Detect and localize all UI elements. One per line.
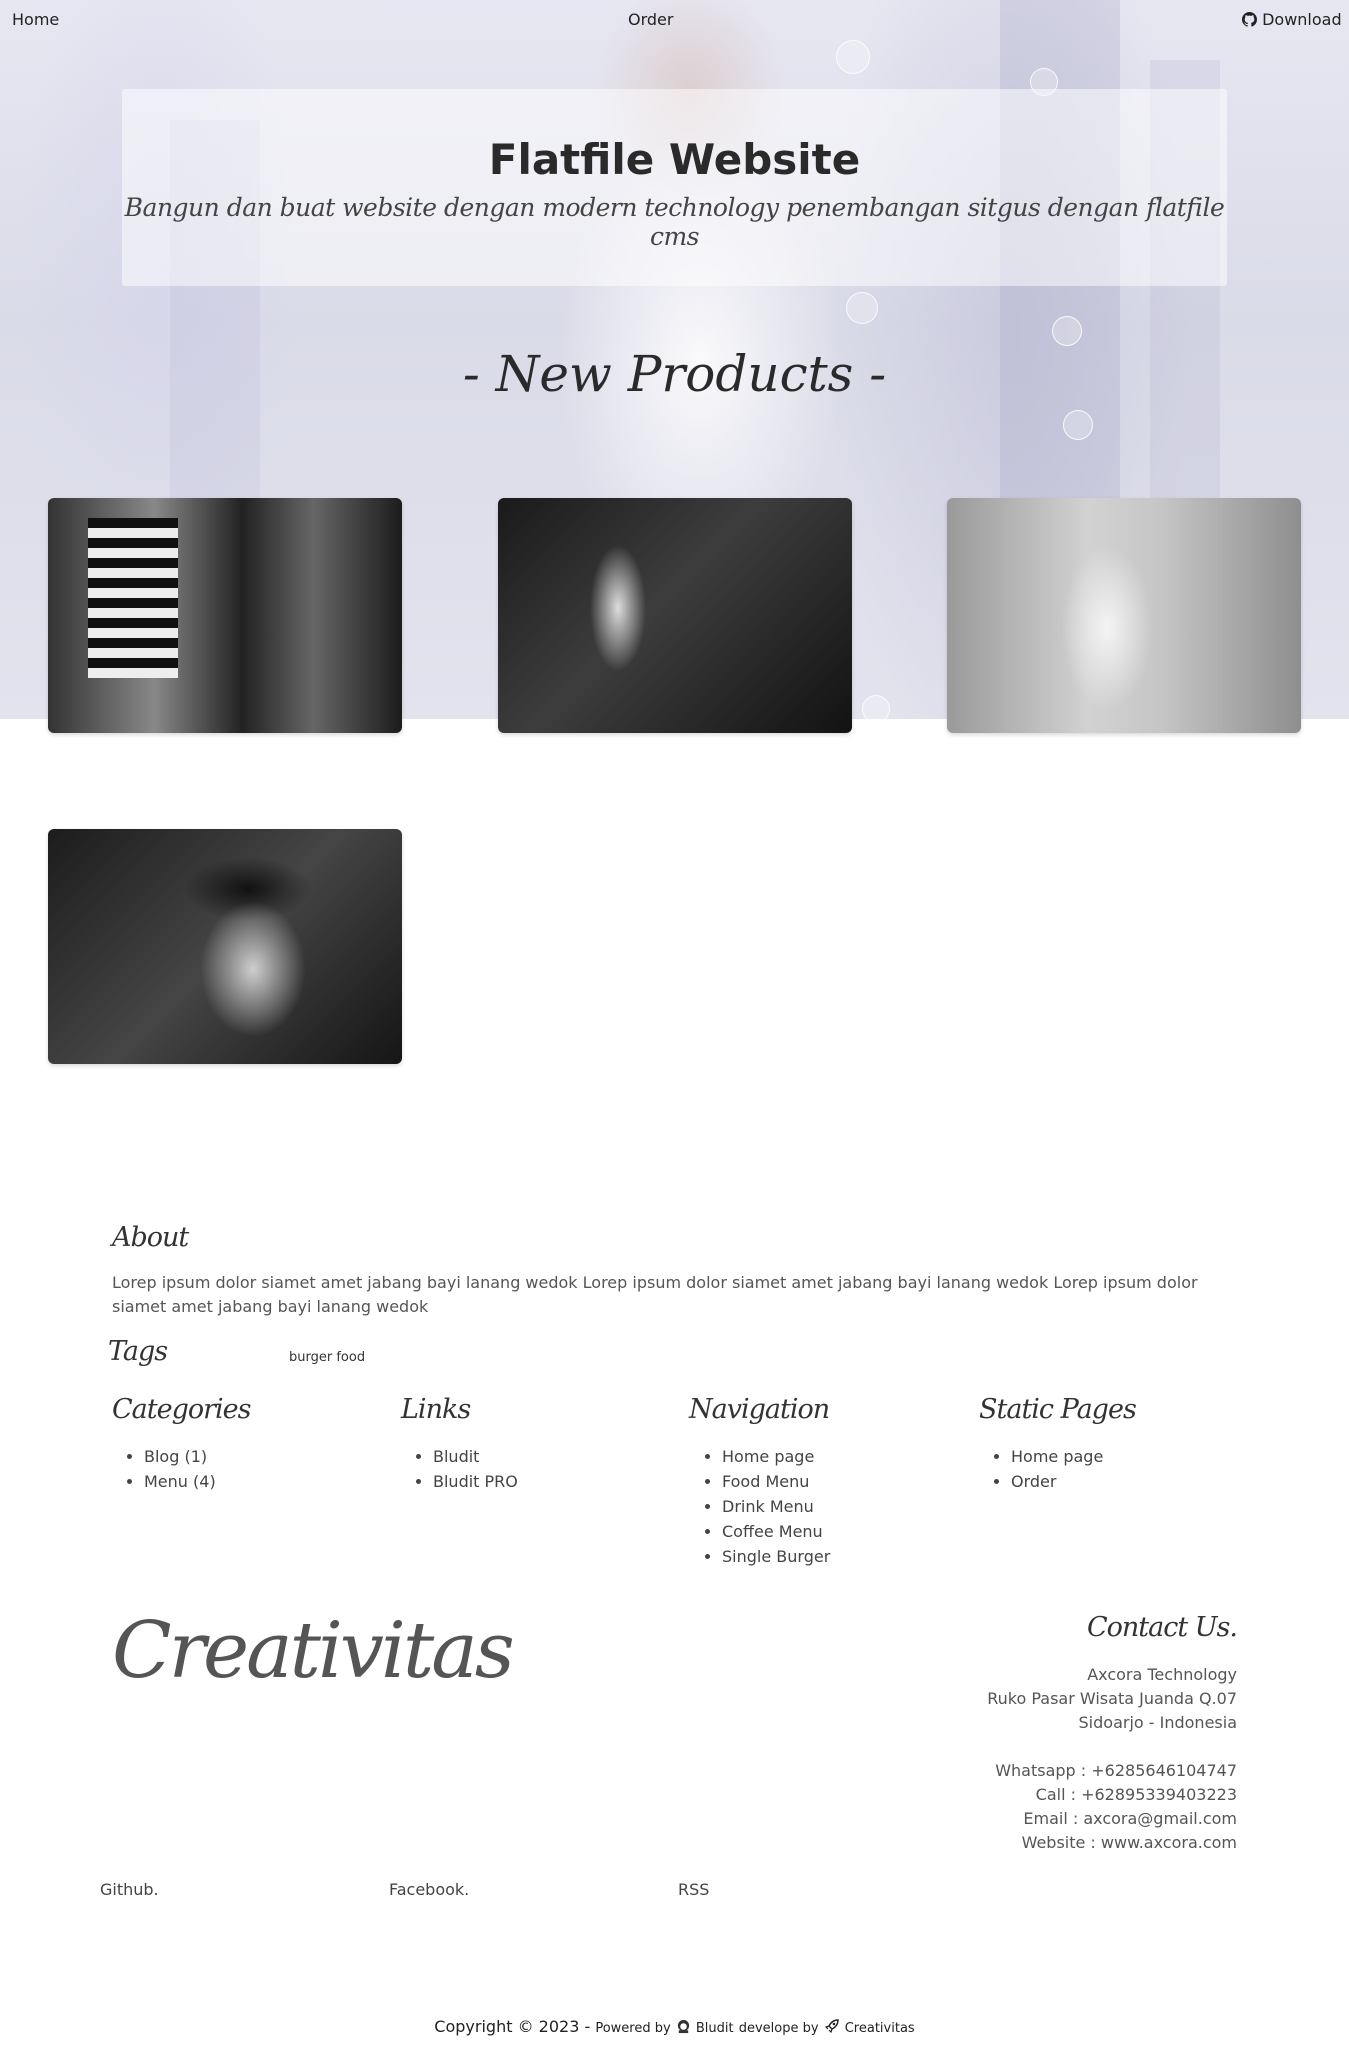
hero-bubble — [1063, 410, 1093, 440]
site-title: Flatfile Website — [488, 135, 861, 184]
contact-call: Call : +62895339403223 — [1035, 1785, 1237, 1804]
product-card[interactable] — [947, 498, 1301, 733]
new-products-title: - New Products - — [462, 345, 887, 403]
list-item[interactable]: Menu (4) — [144, 1469, 216, 1494]
list-item[interactable]: Bludit — [433, 1444, 518, 1469]
list-item[interactable]: Coffee Menu — [722, 1519, 830, 1544]
creativitas-link[interactable]: Creativitas — [845, 2021, 915, 2036]
copyright-text: Copyright © 2023 - — [434, 2017, 591, 2036]
links-list: Bludit Bludit PRO — [401, 1444, 518, 1494]
contact-info: Axcora Technology Ruko Pasar Wisata Juan… — [987, 1663, 1237, 1855]
list-item[interactable]: Drink Menu — [722, 1494, 830, 1519]
list-item[interactable]: Order — [1011, 1469, 1103, 1494]
navigation-heading: Navigation — [689, 1394, 830, 1425]
static-pages-list: Home page Order — [979, 1444, 1103, 1494]
bludit-icon — [676, 2019, 691, 2038]
categories-list: Blog (1) Menu (4) — [112, 1444, 216, 1494]
copyright-bar: Copyright © 2023 - Powered by Bludit dev… — [0, 2017, 1349, 2038]
product-card[interactable] — [498, 498, 852, 733]
contact-address: Ruko Pasar Wisata Juanda Q.07 — [987, 1689, 1237, 1708]
contact-email: Email : axcora@gmail.com — [1023, 1809, 1237, 1828]
about-heading: About — [112, 1222, 189, 1253]
product-card[interactable] — [48, 829, 402, 1064]
static-pages-heading: Static Pages — [979, 1394, 1137, 1425]
site-subtitle: Bangun dan buat website dengan modern te… — [124, 193, 1225, 251]
nav-download-link[interactable]: Download — [1242, 10, 1342, 31]
list-item[interactable]: Home page — [1011, 1444, 1103, 1469]
develope-by-text: develope by — [738, 2021, 819, 2036]
hero-bubble — [1052, 316, 1082, 346]
list-item[interactable]: Home page — [722, 1444, 830, 1469]
contact-whatsapp: Whatsapp : +6285646104747 — [995, 1761, 1237, 1780]
bludit-link[interactable]: Bludit — [696, 2021, 734, 2036]
list-item[interactable]: Food Menu — [722, 1469, 830, 1494]
nav-download-label: Download — [1262, 10, 1342, 29]
contact-website: Website : www.axcora.com — [1021, 1833, 1237, 1852]
list-item[interactable]: Blog (1) — [144, 1444, 216, 1469]
product-card[interactable] — [48, 498, 402, 733]
rss-link[interactable]: RSS — [678, 1880, 709, 1899]
powered-by-text: Powered by — [595, 2021, 671, 2036]
hero-bubble — [836, 40, 870, 74]
hero-banner: Flatfile Website Bangun dan buat website… — [122, 89, 1227, 286]
links-heading: Links — [401, 1394, 471, 1425]
github-link[interactable]: Github. — [100, 1880, 159, 1899]
about-text: Lorep ipsum dolor siamet amet jabang bay… — [112, 1273, 1198, 1316]
list-item[interactable]: Single Burger — [722, 1544, 830, 1569]
rocket-icon — [824, 2018, 840, 2038]
tag-link[interactable]: burger food — [289, 1346, 365, 1370]
tags-heading: Tags — [108, 1336, 168, 1367]
contact-heading: Contact Us. — [1087, 1612, 1238, 1643]
hero-bubble — [862, 695, 890, 719]
contact-address: Sidoarjo - Indonesia — [1078, 1713, 1237, 1732]
github-icon — [1242, 12, 1258, 31]
facebook-link[interactable]: Facebook. — [389, 1880, 469, 1899]
contact-company: Axcora Technology — [1087, 1665, 1237, 1684]
nav-order-link[interactable]: Order — [628, 10, 673, 29]
categories-heading: Categories — [112, 1394, 251, 1425]
navigation-list: Home page Food Menu Drink Menu Coffee Me… — [690, 1444, 830, 1569]
list-item[interactable]: Bludit PRO — [433, 1469, 518, 1494]
hero-bubble — [846, 292, 878, 324]
footer-brand-logo: Creativitas — [112, 1606, 515, 1696]
nav-home-link[interactable]: Home — [12, 10, 59, 29]
